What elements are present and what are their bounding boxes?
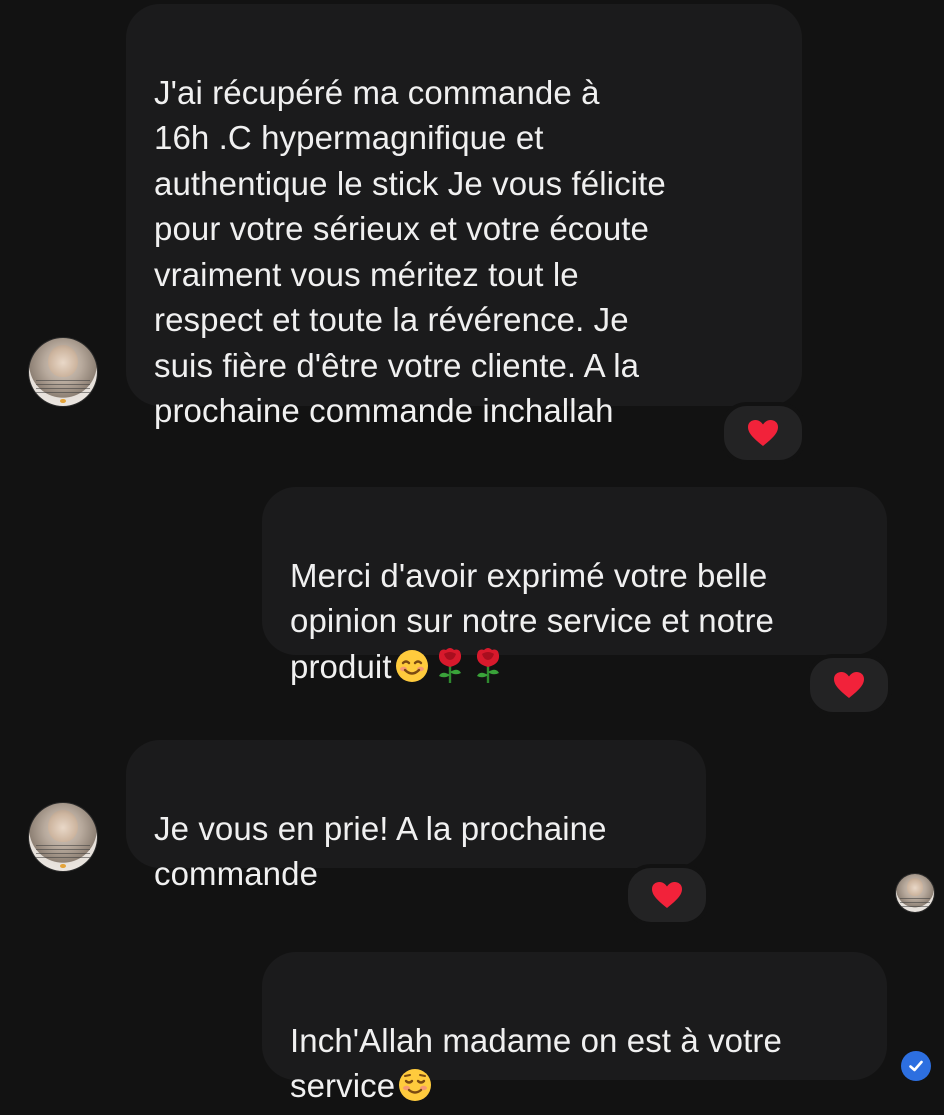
avatar-decoration <box>60 399 66 404</box>
rose-icon <box>432 646 468 696</box>
seen-check-icon <box>901 1051 931 1081</box>
avatar-caption <box>899 897 931 907</box>
heart-reaction[interactable] <box>806 654 892 716</box>
relieved-smiling-face-icon <box>397 1067 433 1115</box>
avatar-photo <box>906 877 924 897</box>
avatar-caption <box>35 380 91 397</box>
heart-reaction[interactable] <box>720 402 806 464</box>
contact-avatar[interactable] <box>29 803 97 871</box>
message-text: J'ai récupéré ma commande à 16h .C hyper… <box>154 73 666 430</box>
message-bubble-outgoing[interactable]: Inch'Allah madame on est à votre service <box>262 952 887 1104</box>
heart-reaction[interactable] <box>624 864 710 926</box>
message-bubble-incoming[interactable]: Je vous en prie! A la prochaine commande <box>126 740 706 892</box>
avatar-photo <box>48 809 78 843</box>
smiling-face-icon <box>394 648 430 696</box>
message-text: Je vous en prie! A la prochaine commande <box>154 809 607 893</box>
message-text: Inch'Allah madame on est à votre service <box>290 1021 782 1105</box>
avatar-caption <box>35 845 91 862</box>
read-receipt-avatar <box>896 874 934 912</box>
message-bubble-incoming[interactable]: J'ai récupéré ma commande à 16h .C hyper… <box>126 4 802 429</box>
avatar-photo <box>48 344 78 378</box>
rose-icon <box>470 646 506 696</box>
message-text: Merci d'avoir exprimé votre belle opinio… <box>290 556 774 685</box>
heart-icon <box>652 882 682 908</box>
message-bubble-outgoing[interactable]: Merci d'avoir exprimé votre belle opinio… <box>262 487 887 685</box>
heart-icon <box>748 420 778 446</box>
avatar-decoration <box>60 864 66 869</box>
heart-icon <box>834 672 864 698</box>
contact-avatar[interactable] <box>29 338 97 406</box>
